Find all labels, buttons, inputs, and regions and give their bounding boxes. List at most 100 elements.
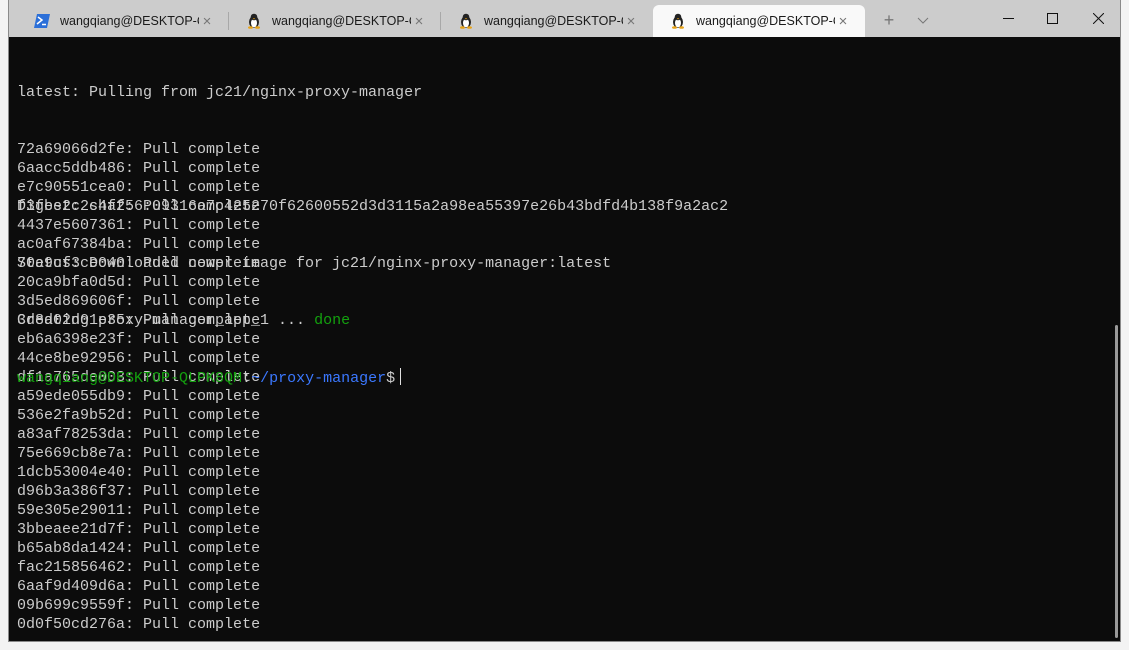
chevron-down-icon (917, 17, 929, 24)
layer-line: a59ede055db9: Pull complete (17, 388, 261, 405)
layer-status: Pull complete (143, 521, 261, 538)
tab-title: wangqiang@DESKTOP-QL (696, 14, 835, 28)
layer-line: fac215856462: Pull complete (17, 559, 261, 576)
tab-close-button[interactable]: × (623, 13, 639, 30)
terminal-window: wangqiang@DESKTOP-QL × wangqiang@DESKTOP-Q… (8, 0, 1121, 642)
layer-line: a83af78253da: Pull complete (17, 426, 261, 443)
layer-line: 4437e5607361: Pull complete (17, 217, 261, 234)
linux-penguin-icon (458, 13, 474, 29)
tab-close-button[interactable]: × (199, 13, 215, 30)
layer-id: 75e669cb8e7a (17, 445, 126, 462)
layer-line: 09b699c9559f: Pull complete (17, 597, 261, 614)
maximize-icon (1046, 13, 1058, 24)
done-text: done (314, 312, 351, 329)
layer-status: Pull complete (143, 578, 261, 595)
layer-status: Pull complete (143, 502, 261, 519)
layer-id: 09b699c9559f (17, 597, 126, 614)
prompt-line[interactable]: wangqiang@DESKTOP-QLPK8QM:~/proxy-manage… (17, 368, 728, 387)
tab-dropdown-button[interactable] (906, 5, 940, 35)
layer-id: a59ede055db9 (17, 388, 126, 405)
layer-status: Pull complete (143, 179, 261, 196)
close-window-button[interactable] (1075, 0, 1121, 37)
layer-line: 3bbeaee21d7f: Pull complete (17, 521, 261, 538)
tab-2[interactable]: wangqiang@DESKTOP-QL × (229, 5, 441, 37)
layer-id: 6aacc5ddb486 (17, 160, 126, 177)
layer-id: 0d0f50cd276a (17, 616, 126, 633)
maximize-button[interactable] (1029, 0, 1075, 37)
layer-status: Pull complete (143, 331, 261, 348)
layer-status: Pull complete (143, 540, 261, 557)
title-bar: wangqiang@DESKTOP-QL × wangqiang@DESKTOP-Q… (9, 0, 1120, 37)
tab-title: wangqiang@DESKTOP-QL (272, 14, 411, 28)
layer-status: Pull complete (143, 407, 261, 424)
prompt-symbol: $ (386, 370, 396, 387)
layer-id: 536e2fa9b52d (17, 407, 126, 424)
layer-line: b65ab8da1424: Pull complete (17, 540, 261, 557)
digest-line: Digest: sha256:09316a7c425270f62600552d3… (17, 198, 729, 215)
layer-line: e7c90551cea0: Pull complete (17, 179, 261, 196)
status-line: Status: Downloaded newer image for jc21/… (17, 255, 612, 272)
layer-status: Pull complete (143, 141, 261, 158)
minimize-button[interactable] (985, 0, 1031, 37)
layer-status: Pull complete (143, 559, 261, 576)
tab-close-button[interactable]: × (411, 13, 427, 30)
layer-status: Pull complete (143, 217, 261, 234)
layer-line: 6aaf9d409d6a: Pull complete (17, 578, 261, 595)
layer-id: 44ce8be92956 (17, 350, 126, 367)
layer-line: 44ce8be92956: Pull complete (17, 350, 261, 367)
layer-status: Pull complete (143, 597, 261, 614)
layer-status: Pull complete (143, 483, 261, 500)
layer-status: Pull complete (143, 160, 261, 177)
close-icon (1092, 13, 1104, 24)
tab-4[interactable]: wangqiang@DESKTOP-QL × (653, 5, 865, 37)
layer-status: Pull complete (143, 616, 261, 633)
powershell-icon (34, 13, 50, 29)
layer-status: Pull complete (143, 274, 261, 291)
layer-line: 59e305e29011: Pull complete (17, 502, 261, 519)
tab-3[interactable]: wangqiang@DESKTOP-QL × (441, 5, 653, 37)
layer-id: 20ca9bfa0d5d (17, 274, 126, 291)
layer-line: 0d0f50cd276a: Pull complete (17, 616, 261, 633)
layer-id: 72a69066d2fe (17, 141, 126, 158)
layer-status: Pull complete (143, 350, 261, 367)
layer-id: 6aaf9d409d6a (17, 578, 126, 595)
layer-id: b65ab8da1424 (17, 540, 126, 557)
linux-penguin-icon (246, 13, 262, 29)
creating-text: Creating proxy-manager_app_1 ... (17, 312, 315, 329)
layer-line: 6aacc5ddb486: Pull complete (17, 160, 261, 177)
layer-id: e7c90551cea0 (17, 179, 126, 196)
layer-id: 1dcb53004e40 (17, 464, 126, 481)
layer-id: 3d5ed869606f (17, 293, 126, 310)
layer-line: eb6a6398e23f: Pull complete (17, 331, 261, 348)
layer-line: ac0af67384ba: Pull complete (17, 236, 261, 253)
text-cursor (400, 368, 402, 385)
layer-status: Pull complete (143, 426, 261, 443)
layer-status: Pull complete (143, 464, 261, 481)
layer-line: d96b3a386f37: Pull complete (17, 483, 261, 500)
tab-close-button[interactable]: × (835, 13, 851, 30)
prompt-path: ~/proxy-manager (251, 370, 387, 387)
terminal-output[interactable]: latest: Pulling from jc21/nginx-proxy-ma… (17, 45, 729, 633)
prompt-separator: : (242, 370, 252, 387)
tab-title: wangqiang@DESKTOP-QL (484, 14, 623, 28)
creating-line: Creating proxy-manager_app_1 ... done (17, 311, 728, 330)
prompt-user: wangqiang@DESKTOP-QLPK8QM (17, 370, 243, 387)
scrollbar-thumb[interactable] (1115, 325, 1118, 638)
linux-penguin-icon (670, 13, 686, 29)
layer-line: 72a69066d2fe: Pull complete (17, 141, 261, 158)
layer-status: Pull complete (143, 293, 261, 310)
layer-id: a83af78253da (17, 426, 126, 443)
tab-title: wangqiang@DESKTOP-QL (60, 14, 199, 28)
minimize-icon (1002, 18, 1014, 19)
layer-id: 3bbeaee21d7f (17, 521, 126, 538)
layer-line: 536e2fa9b52d: Pull complete (17, 407, 261, 424)
layer-id: ac0af67384ba (17, 236, 126, 253)
layer-id: eb6a6398e23f (17, 331, 126, 348)
layer-line: 20ca9bfa0d5d: Pull complete (17, 274, 261, 291)
new-tab-button[interactable]: + (872, 5, 906, 35)
layer-id: fac215856462 (17, 559, 126, 576)
layer-line: 1dcb53004e40: Pull complete (17, 464, 261, 481)
terminal-line: latest: Pulling from jc21/nginx-proxy-ma… (17, 84, 423, 101)
tab-1[interactable]: wangqiang@DESKTOP-QL × (17, 5, 229, 37)
layer-line: 3d5ed869606f: Pull complete (17, 293, 261, 310)
